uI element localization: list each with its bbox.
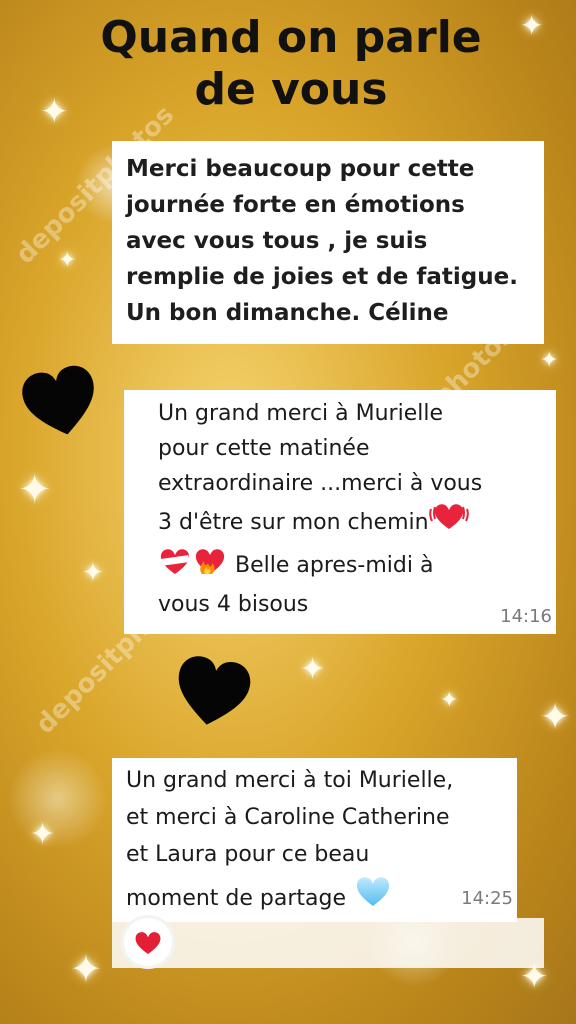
sparkle-decoration: ✦ — [540, 348, 559, 373]
message-line: Merci beaucoup pour cette — [126, 156, 475, 182]
title-line-1: Quand on parle — [100, 12, 482, 63]
message-line: remplie de joies et de fatigue. — [126, 264, 518, 290]
message-bubble-3: Un grand merci à toi Murielle, et merci … — [112, 758, 517, 922]
message-line-with-emoji: Belle apres-midi à — [158, 544, 556, 587]
light-blue-heart-icon — [353, 873, 393, 921]
sparkle-decoration: ✦ — [82, 558, 104, 588]
sparkle-decoration: ✦ — [30, 817, 56, 852]
black-heart-icon — [22, 365, 94, 435]
sparkle-decoration: ✦ — [300, 652, 326, 687]
message-line-with-emoji: 3 d'être sur mon chemin — [158, 501, 556, 544]
message-timestamp: 14:16 — [500, 606, 552, 627]
message-line: avec vous tous , je suis — [126, 228, 428, 254]
message-timestamp: 14:25 — [461, 888, 513, 909]
sparkle-decoration: ✦ — [440, 688, 459, 713]
message-line: extraordinaire ...merci à vous — [158, 471, 483, 496]
message-bubble-1: Merci beaucoup pour cette journée forte … — [112, 141, 544, 344]
red-heart-icon — [135, 931, 161, 954]
message-reaction[interactable] — [124, 918, 172, 966]
message-line: pour cette matinée — [158, 436, 370, 461]
message-line-with-emoji: moment de partage — [126, 873, 517, 921]
page-title: Quand on parle de vous — [0, 12, 576, 116]
message-line: et Laura pour ce beau — [126, 842, 370, 867]
sparkle-decoration: ✦ — [18, 467, 52, 513]
message-line: journée forte en émotions — [126, 192, 465, 218]
sparkle-decoration: ✦ — [70, 947, 102, 991]
message-line: Un grand merci à Murielle — [158, 401, 444, 426]
black-heart-icon — [178, 656, 251, 725]
message-line: et merci à Caroline Catherine — [126, 805, 450, 830]
title-line-2: de vous — [194, 64, 388, 115]
sparkle-decoration: ✦ — [58, 248, 77, 273]
sparkle-decoration: ✦ — [540, 697, 571, 738]
heart-on-fire-icon — [192, 544, 228, 587]
message-line: Un bon dimanche. Céline — [126, 300, 449, 326]
mending-heart-icon — [158, 546, 192, 587]
beating-heart-icon — [428, 501, 469, 544]
message-line: vous 4 bisous — [158, 592, 309, 617]
message-line: Un grand merci à toi Murielle, — [126, 768, 454, 793]
message-bubble-2: Un grand merci à Murielle pour cette mat… — [124, 390, 556, 634]
reaction-bar — [112, 918, 544, 968]
